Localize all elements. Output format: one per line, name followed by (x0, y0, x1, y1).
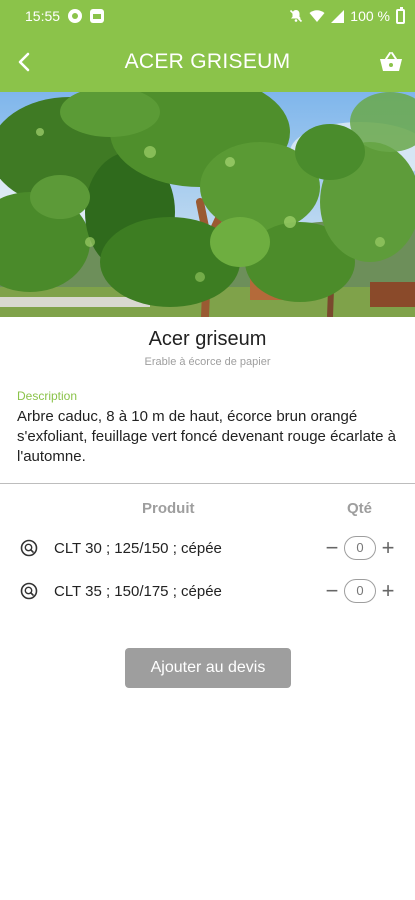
app-bar: ACER GRISEUM (0, 32, 415, 92)
chevron-left-icon (18, 52, 30, 72)
status-bar: 15:55 100 % (0, 0, 415, 32)
back-button[interactable] (0, 32, 48, 92)
description-label: Description (17, 389, 78, 403)
divider (0, 483, 415, 484)
wifi-icon (309, 10, 325, 22)
gallery-notification-icon (90, 9, 105, 23)
decrement-button[interactable]: − (322, 579, 342, 603)
increment-button[interactable]: + (378, 536, 398, 560)
product-label: CLT 35 ; 150/175 ; cépée (54, 582, 222, 600)
product-label: CLT 30 ; 125/150 ; cépée (54, 539, 222, 557)
page-title: ACER GRISEUM (124, 50, 291, 73)
basket-icon (380, 52, 402, 71)
plant-name: Acer griseum (148, 328, 267, 350)
quantity-stepper: − 0 + (322, 536, 398, 560)
mute-icon (290, 9, 303, 23)
status-time: 15:55 (25, 8, 61, 24)
decrement-button[interactable]: − (322, 536, 342, 560)
column-header-qty: Qté (347, 500, 373, 517)
notification-app-icon (68, 9, 83, 23)
zoom-icon[interactable] (20, 539, 38, 557)
plant-photo (0, 92, 415, 317)
signal-icon (331, 9, 345, 23)
quantity-field[interactable]: 0 (344, 536, 376, 560)
description-text: Arbre caduc, 8 à 10 m de haut, écorce br… (17, 408, 396, 465)
cart-button[interactable] (367, 32, 415, 92)
increment-button[interactable]: + (378, 579, 398, 603)
battery-icon (396, 6, 405, 24)
zoom-icon[interactable] (20, 582, 38, 600)
quantity-stepper: − 0 + (322, 579, 398, 603)
quantity-field[interactable]: 0 (344, 579, 376, 603)
add-to-quote-button[interactable]: Ajouter au devis (125, 648, 291, 688)
plant-common-name: Erable à écorce de papier (144, 356, 271, 368)
product-row: CLT 30 ; 125/150 ; cépée − 0 + (0, 533, 415, 563)
product-row: CLT 35 ; 150/175 ; cépée − 0 + (0, 576, 415, 606)
battery-percent: 100 % (350, 8, 390, 24)
column-header-product: Produit (142, 500, 195, 517)
